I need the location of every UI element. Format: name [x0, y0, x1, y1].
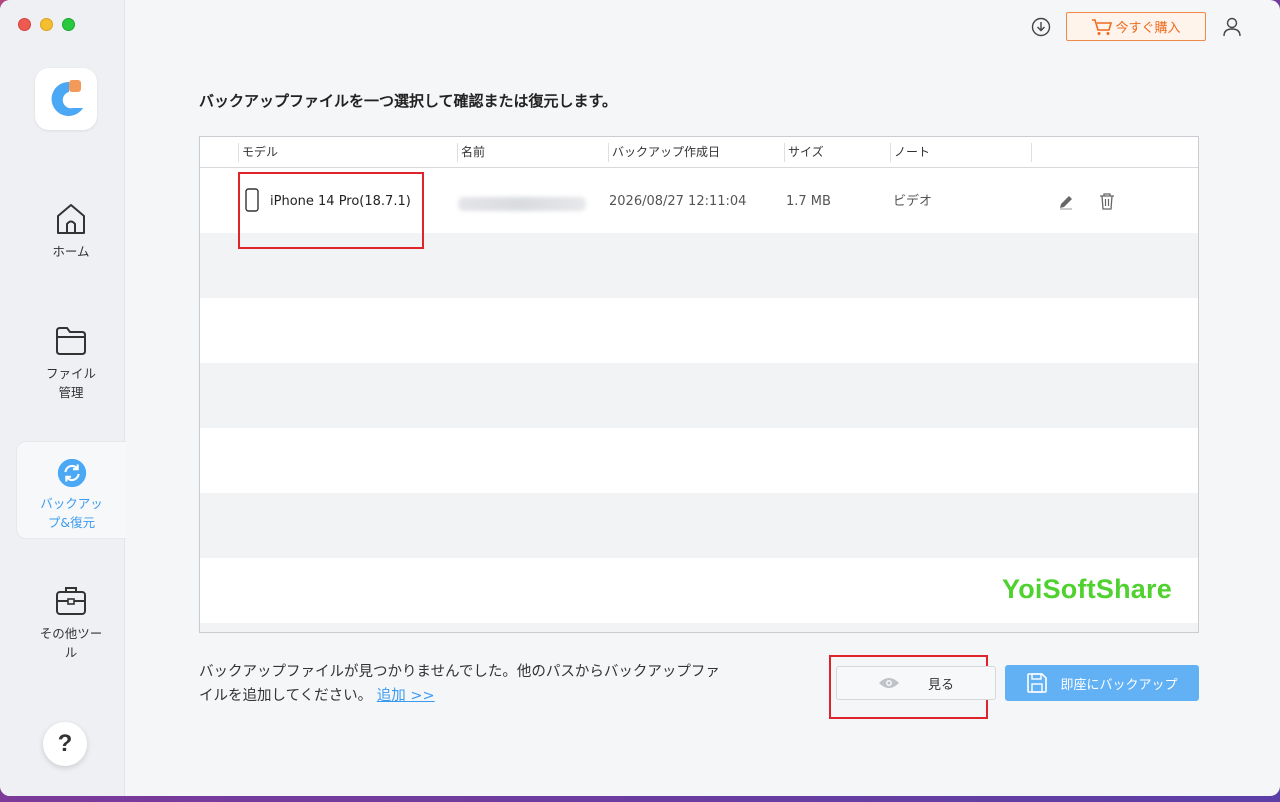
close-window-button[interactable] [18, 18, 31, 31]
home-icon [57, 204, 85, 234]
add-backup-link[interactable]: 追加 >> [377, 688, 435, 704]
table-row-empty [200, 298, 1198, 363]
download-icon[interactable] [1031, 17, 1051, 37]
sidebar-item-label: バックアッ [40, 496, 103, 511]
buy-now-label: 今すぐ購入 [1115, 21, 1181, 36]
cell-date: 2026/08/27 12:11:04 [609, 194, 747, 209]
page-heading: バックアップファイルを一つ選択して確認または復元します。 [199, 92, 618, 110]
sidebar-item-other-tools[interactable]: その他ツー ル [16, 582, 126, 672]
table-row-empty [200, 363, 1198, 428]
table-row-empty [200, 428, 1198, 493]
cart-icon [1092, 18, 1113, 35]
sidebar-item-label-2: 管理 [58, 385, 84, 400]
cell-name-blurred [458, 197, 586, 211]
sidebar-item-home[interactable]: ホーム [16, 200, 126, 270]
user-icon[interactable] [1221, 16, 1243, 38]
view-button[interactable]: 見る [836, 666, 996, 700]
column-header-note[interactable]: ノート [890, 137, 930, 168]
sidebar-item-file-management[interactable]: ファイル 管理 [16, 322, 126, 412]
sidebar-item-label: ファイル [45, 366, 96, 381]
eye-icon [878, 678, 899, 688]
watermark-text: YoiSoftShare [1002, 574, 1172, 604]
cell-size: 1.7 MB [786, 194, 831, 209]
table-row-empty [200, 623, 1198, 632]
backup-now-label: 即座にバックアップ [1060, 677, 1178, 693]
minimize-window-button[interactable] [40, 18, 53, 31]
backup-now-button[interactable]: 即座にバックアップ [1005, 665, 1199, 701]
app-window: ホーム ファイル 管理 バックアッ プ&復元 その他ツー ル ? 今すぐ購入 バ… [0, 0, 1280, 796]
table-header: モデル 名前 バックアップ作成日 サイズ ノート [200, 137, 1198, 168]
sidebar-item-label: ホーム [52, 244, 90, 259]
save-icon [1027, 673, 1048, 693]
app-logo [35, 68, 97, 130]
window-controls [18, 18, 75, 31]
trash-icon[interactable] [1099, 193, 1115, 210]
highlight-box-model [238, 172, 424, 249]
sidebar-item-label-2: ル [64, 645, 78, 660]
edit-icon[interactable] [1058, 194, 1074, 210]
table-row-empty [200, 493, 1198, 558]
column-header-size[interactable]: サイズ [784, 137, 824, 168]
sidebar-item-backup-restore[interactable]: バックアッ プ&復元 [16, 441, 126, 539]
folder-icon [56, 327, 86, 355]
column-header-model[interactable]: モデル [238, 137, 278, 168]
no-backup-message: バックアップファイルが見つかりませんでした。他のパスからバックアップファイルを追… [199, 660, 729, 708]
view-button-label: 見る [927, 677, 954, 693]
no-backup-text: バックアップファイルが見つかりませんでした。他のパスからバックアップファイルを追… [199, 664, 720, 704]
maximize-window-button[interactable] [62, 18, 75, 31]
column-header-name[interactable]: 名前 [457, 137, 485, 168]
buy-now-button[interactable]: 今すぐ購入 [1066, 12, 1206, 41]
sidebar-item-label: その他ツー [39, 626, 103, 641]
sync-icon [57, 458, 86, 488]
sidebar: ホーム ファイル 管理 バックアッ プ&復元 その他ツー ル ? [0, 0, 126, 796]
toolbox-icon [56, 587, 86, 615]
column-header-date[interactable]: バックアップ作成日 [608, 137, 720, 168]
cell-note: ビデオ [893, 194, 933, 209]
help-button[interactable]: ? [43, 722, 87, 766]
sidebar-item-label-2: プ&復元 [47, 515, 96, 530]
